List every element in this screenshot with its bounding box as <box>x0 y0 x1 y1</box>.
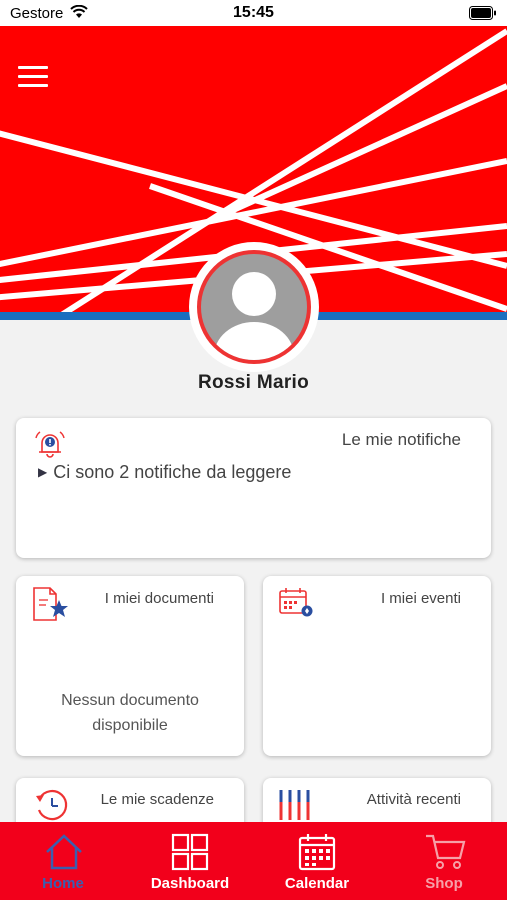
avatar[interactable] <box>189 242 319 372</box>
notifications-card[interactable]: Le mie notifiche ▶ Ci sono 2 notifiche da… <box>16 418 491 558</box>
nav-home-label: Home <box>42 875 84 892</box>
cart-icon <box>426 834 466 869</box>
nav-shop-label: Shop <box>425 875 463 892</box>
documents-empty-message: Nessun documento disponibile <box>61 692 199 734</box>
deadlines-title: Le mie scadenze <box>100 791 214 808</box>
dashboard-icon <box>171 833 209 871</box>
bottom-navigation: Home Dashboard Calendar Shop <box>0 822 507 900</box>
nav-dashboard-label: Dashboard <box>150 875 230 892</box>
notifications-message[interactable]: ▶ Ci sono 2 notifiche da leggere <box>38 462 291 483</box>
calendar-icon <box>298 834 336 871</box>
user-avatar-icon <box>197 250 311 364</box>
alarm-bell-icon <box>32 428 68 463</box>
documents-card[interactable]: I miei documenti Nessun documento dispon… <box>16 576 244 756</box>
events-title: I miei eventi <box>380 590 461 607</box>
nav-calendar[interactable]: Calendar <box>254 822 380 900</box>
home-icon <box>46 834 82 870</box>
notifications-message-text: Ci sono 2 notifiche da leggere <box>53 462 292 482</box>
play-arrow-icon: ▶ <box>38 465 48 479</box>
clock: 15:45 <box>233 4 274 21</box>
menu-icon <box>18 66 48 69</box>
nav-calendar-label: Calendar <box>284 875 350 892</box>
document-star-icon <box>30 586 70 629</box>
user-name: Rossi Mario <box>198 372 309 393</box>
documents-title: I miei documenti <box>104 590 214 607</box>
status-bar: Gestore 15:45 <box>0 0 507 26</box>
recent-activity-title: Attività recenti <box>366 791 461 808</box>
nav-shop[interactable]: Shop <box>381 822 507 900</box>
events-card[interactable]: I miei eventi <box>263 576 491 756</box>
battery-icon <box>469 6 497 25</box>
calendar-event-icon <box>277 586 317 625</box>
nav-dashboard[interactable]: Dashboard <box>127 822 253 900</box>
notifications-title: Le mie notifiche <box>341 430 461 449</box>
menu-button[interactable] <box>18 66 52 92</box>
nav-home[interactable]: Home <box>0 822 126 900</box>
